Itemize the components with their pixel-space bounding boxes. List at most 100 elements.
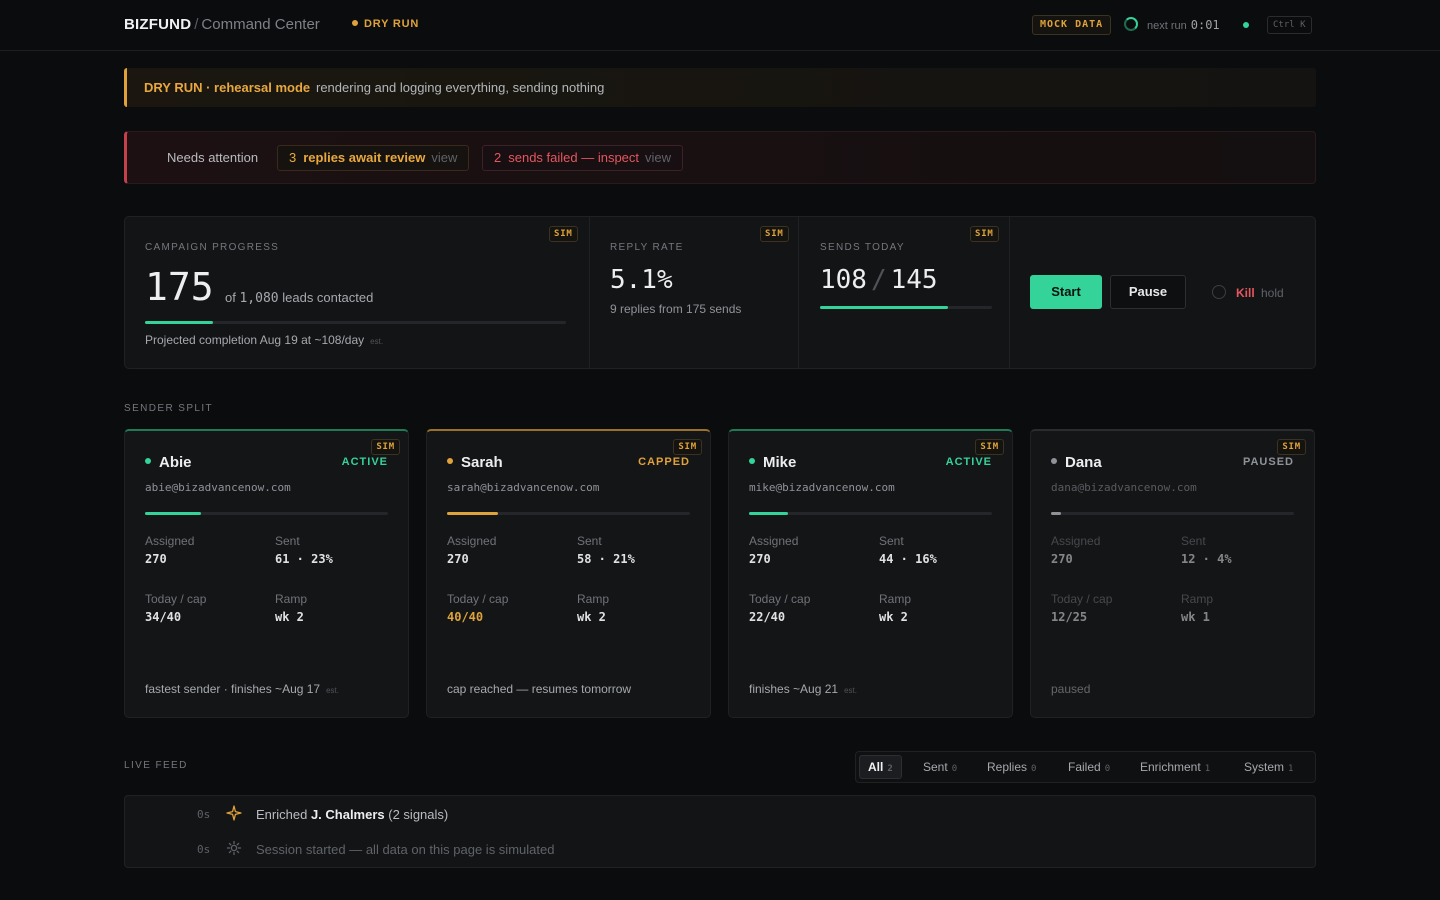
live-feed-list: 0s Enriched J. Chalmers (2 signals) 0s S…	[124, 795, 1316, 868]
today-cap-value: 12/25	[1051, 610, 1088, 624]
sender-card-abie[interactable]: SIM Abie ACTIVE abie@bizadvancenow.com Assig…	[124, 429, 409, 718]
today-cap-label: Today / cap	[749, 592, 811, 606]
needs-attention-banner: Needs attention 3 replies await review vie…	[124, 131, 1316, 184]
status-badge: PAUSED	[1242, 456, 1294, 468]
live-status-dot-icon	[1243, 22, 1249, 28]
assigned-value: 270	[447, 552, 469, 566]
today-cap-label: Today / cap	[1051, 592, 1113, 606]
sender-email: mike@bizadvancenow.com	[749, 481, 895, 494]
tab-count: 1	[1204, 764, 1211, 774]
chip-text: sends failed — inspect	[508, 150, 640, 165]
sender-name: Abie	[145, 454, 192, 471]
sends-today-cap: 145	[890, 265, 938, 295]
sim-badge: SIM	[371, 439, 400, 455]
sender-card-dana[interactable]: SIM Dana PAUSED dana@bizadvancenow.com Assig…	[1030, 429, 1315, 718]
top-bar: BIZFUND / Command Center DRY RUN MOCK DATA…	[0, 0, 1440, 51]
mock-data-badge: MOCK DATA	[1032, 15, 1112, 35]
kill-label[interactable]: Kill	[1236, 286, 1255, 300]
today-cap-value: 22/40	[749, 610, 786, 624]
sent-label: Sent	[879, 534, 904, 548]
sender-footer-text: fastest sender · finishes ~Aug 17	[145, 682, 321, 696]
kill-toggle[interactable]	[1212, 285, 1226, 299]
tab-replies[interactable]: Replies 0	[987, 752, 1036, 782]
command-palette-shortcut[interactable]: Ctrl K	[1267, 16, 1312, 34]
start-button[interactable]: Start	[1030, 275, 1102, 309]
campaign-progress-value: 175	[145, 265, 214, 309]
sim-badge: SIM	[760, 226, 789, 242]
dry-run-banner-title: DRY RUN · rehearsal mode	[144, 80, 311, 95]
sender-card-mike[interactable]: SIM Mike ACTIVE mike@bizadvancenow.com Assig…	[728, 429, 1013, 718]
view-link[interactable]: view	[645, 150, 671, 165]
stats-panel: SIM CAMPAIGN PROGRESS 175 of 1,080 leads…	[124, 216, 1316, 369]
tab-all[interactable]: All 2	[859, 755, 902, 779]
feed-contact-name[interactable]: J. Chalmers	[311, 807, 385, 822]
tab-sent[interactable]: Sent 0	[923, 752, 957, 782]
next-run-value: 0:01	[1190, 18, 1220, 32]
sender-progress-bar	[749, 512, 992, 515]
status-badge: CAPPED	[638, 456, 690, 468]
status-dot-icon	[1051, 458, 1057, 464]
sender-footer: fastest sender · finishes ~Aug 17 est.	[145, 682, 339, 696]
tab-count: 0	[1031, 764, 1037, 774]
status-dot-icon	[749, 458, 755, 464]
tab-label: All	[868, 760, 884, 774]
tab-label: Replies	[987, 760, 1028, 774]
reply-rate-value: 5.1%	[610, 265, 673, 295]
sends-failed-chip[interactable]: 2 sends failed — inspect view	[482, 145, 684, 171]
of-suffix: leads contacted	[282, 290, 374, 305]
sent-value: 44 · 16%	[879, 552, 937, 566]
sends-today-bar	[820, 306, 992, 309]
sparkle-icon	[226, 805, 242, 821]
divider	[589, 217, 590, 368]
status-badge: ACTIVE	[341, 456, 388, 468]
campaign-progress-label: CAMPAIGN PROGRESS	[145, 242, 280, 253]
tab-enrichment[interactable]: Enrichment 1	[1140, 752, 1210, 782]
feed-suffix: (2 signals)	[388, 807, 449, 822]
sender-progress-fill	[447, 512, 499, 515]
feed-time: 0s	[197, 808, 211, 821]
brand-name: BIZFUND	[124, 16, 192, 33]
assigned-value: 270	[145, 552, 167, 566]
sender-split-label: SENDER SPLIT	[124, 403, 214, 414]
sim-badge: SIM	[1277, 439, 1306, 455]
today-cap-label: Today / cap	[447, 592, 509, 606]
ramp-value: wk 2	[577, 610, 606, 624]
chip-count: 2	[494, 150, 502, 165]
sends-today-sep: /	[870, 265, 887, 295]
feed-text: Session started — all data on this page …	[256, 842, 555, 857]
ramp-value: wk 1	[1181, 610, 1210, 624]
of-prefix: of	[225, 290, 236, 305]
sim-badge: SIM	[549, 226, 578, 242]
tab-system[interactable]: System 1	[1244, 752, 1293, 782]
reply-rate-label: REPLY RATE	[610, 242, 684, 253]
assigned-label: Assigned	[447, 534, 497, 548]
sender-footer: cap reached — resumes tomorrow	[447, 682, 631, 696]
tab-label: Sent	[923, 760, 948, 774]
sim-badge: SIM	[970, 226, 999, 242]
sent-value: 12 · 4%	[1181, 552, 1232, 566]
sends-today-label: SENDS TODAY	[820, 242, 905, 253]
next-run-label: next run	[1147, 20, 1187, 32]
sender-card-sarah[interactable]: SIM Sarah CAPPED sarah@bizadvancenow.com Ass…	[426, 429, 711, 718]
sent-label: Sent	[275, 534, 300, 548]
pause-button[interactable]: Pause	[1110, 275, 1186, 309]
feed-text: Enriched J. Chalmers (2 signals)	[256, 807, 448, 822]
view-link[interactable]: view	[431, 150, 457, 165]
dry-run-tag: DRY RUN	[352, 18, 419, 30]
tab-label: Enrichment	[1140, 760, 1201, 774]
estimate-tag: est.	[844, 686, 857, 695]
sender-name-label: Mike	[763, 454, 797, 471]
feed-row: 0s Enriched J. Chalmers (2 signals)	[125, 797, 1315, 831]
brand-separator: /	[194, 16, 199, 33]
assigned-label: Assigned	[145, 534, 195, 548]
tab-count: 1	[1288, 764, 1294, 774]
dry-run-banner: DRY RUN · rehearsal mode rendering and l…	[124, 68, 1316, 107]
tab-count: 0	[1104, 764, 1111, 774]
assigned-value: 270	[1051, 552, 1073, 566]
replies-await-review-chip[interactable]: 3 replies await review view	[277, 145, 470, 171]
tab-label: System	[1244, 760, 1285, 774]
sends-today-fill	[820, 306, 949, 309]
tab-failed[interactable]: Failed 0	[1068, 752, 1110, 782]
dry-run-banner-text: rendering and logging everything, sendin…	[316, 80, 605, 95]
sender-name-label: Dana	[1065, 454, 1102, 471]
